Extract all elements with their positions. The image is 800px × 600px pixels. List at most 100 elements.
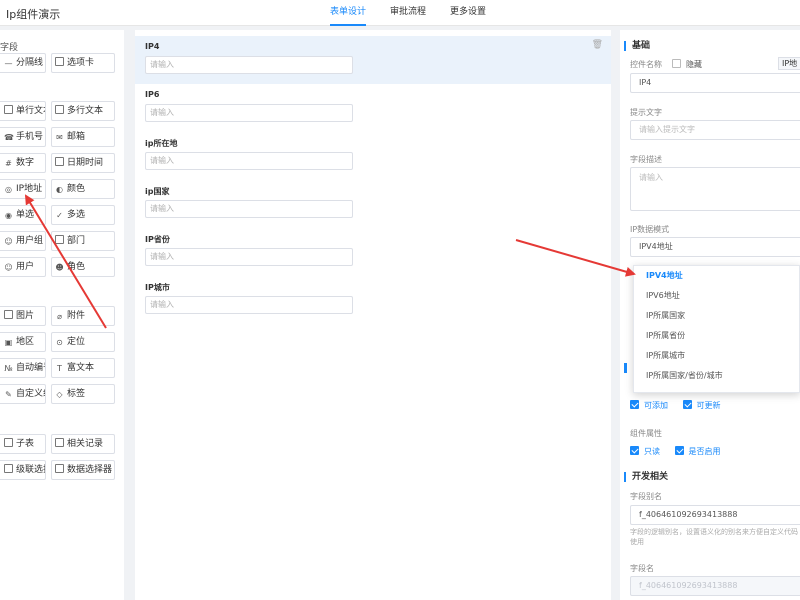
dropdown-option-ipv6[interactable]: IPV6地址 (634, 286, 799, 306)
field-input[interactable]: 请输入 (145, 56, 353, 74)
field-input[interactable]: 请输入 (145, 152, 353, 170)
palette-item-sub-table[interactable]: 子表 (0, 434, 46, 454)
palette-item-related-records[interactable]: 相关记录 (51, 434, 115, 454)
user-group-icon: ☺ (4, 237, 13, 246)
form-field-ip-country[interactable]: ip国家 请输入 (135, 180, 611, 228)
user-icon: ☺ (4, 263, 13, 272)
location-icon: ⊙ (56, 338, 63, 347)
multi-line-text-icon (55, 105, 64, 114)
section-title-dev: 开发相关 (624, 472, 668, 482)
hide-checkbox[interactable] (672, 59, 681, 68)
form-field-ip4[interactable]: IP4 请输入 🗑 (135, 36, 611, 84)
control-name-label: 控件名称 (630, 60, 662, 69)
permission-checkboxes: 可添加 可更新 (630, 400, 733, 411)
palette-item-image[interactable]: 图片 (0, 306, 46, 326)
tab-form-design[interactable]: 表单设计 (330, 0, 367, 26)
checkbox-enabled[interactable] (674, 446, 684, 455)
field-label: IP城市 (145, 283, 170, 292)
palette-item-data-selector[interactable]: 数据选择器 (51, 460, 115, 480)
palette-item-multi-line-text[interactable]: 多行文本 (51, 101, 115, 121)
palette-item-radio[interactable]: ◉ 单选 (0, 205, 46, 225)
role-icon: ☻ (55, 263, 64, 272)
component-palette: 字段 —分隔线 选项卡 单行文本 多行文本 ☎手机号 ✉邮箱 #数字 日期时间 … (0, 30, 124, 600)
form-field-ip-city[interactable]: IP城市 请输入 (135, 276, 611, 324)
field-input[interactable]: 请输入 (145, 248, 353, 266)
tag-icon: ◇ (56, 390, 63, 399)
palette-item-single-line-text[interactable]: 单行文本 (0, 101, 46, 121)
palette-item-checkbox[interactable]: ✓ 多选 (51, 205, 115, 225)
field-alias-help: 字段的逻辑别名，设置语义化的别名来方便自定义代码使用 (630, 528, 798, 546)
palette-item-custom-component[interactable]: ✎自定义组件 (0, 384, 46, 404)
phone-icon: ☎ (4, 133, 14, 142)
dropdown-option-country[interactable]: IP所属国家 (634, 306, 799, 326)
form-field-ip6[interactable]: IP6 请输入 (135, 84, 611, 132)
hint-input[interactable]: 请输入提示文字 (630, 120, 800, 140)
department-icon (55, 235, 64, 244)
tab-more-settings[interactable]: 更多设置 (450, 0, 486, 26)
section-marker (624, 363, 627, 373)
palette-item-color[interactable]: ◐ 颜色 (51, 179, 115, 199)
field-label: IP4 (145, 42, 160, 51)
perm-add-option[interactable]: 可添加 (630, 400, 668, 410)
field-name-input: f_406461092693413888 (630, 576, 800, 596)
field-name-label: 字段名 (630, 564, 654, 573)
palette-item-phone[interactable]: ☎ 手机号 (0, 127, 46, 147)
cascader-icon (4, 464, 13, 473)
checkbox-readonly[interactable] (630, 446, 639, 455)
dropdown-option-city[interactable]: IP所属城市 (634, 346, 799, 366)
attr-checkboxes: 只读 是否启用 (630, 446, 733, 457)
checkbox-add[interactable] (630, 400, 639, 409)
checkbox-icon: ✓ (56, 211, 63, 220)
palette-item-location[interactable]: ⊙ 定位 (51, 332, 115, 352)
description-textarea[interactable]: 请输入 (630, 167, 800, 211)
palette-item-tag[interactable]: ◇ 标签 (51, 384, 115, 404)
description-label: 字段描述 (630, 155, 662, 164)
field-input[interactable]: 请输入 (145, 104, 353, 122)
control-name-input[interactable]: IP4 (630, 73, 800, 93)
field-alias-input[interactable]: f_406461092693413888 (630, 505, 800, 525)
palette-item-rich-text[interactable]: T 富文本 (51, 358, 115, 378)
palette-item-auto-number[interactable]: №自动编号 (0, 358, 46, 378)
number-icon: # (5, 159, 12, 168)
ip-mode-dropdown: IPV4地址 IPV6地址 IP所属国家 IP所属省份 IP所属城市 IP所属国… (633, 265, 800, 393)
tab-approval-flow[interactable]: 审批流程 (390, 0, 426, 26)
ip-icon: ◎ (5, 185, 12, 194)
palette-item-datetime[interactable]: 日期时间 (51, 153, 115, 173)
ip-mode-select[interactable]: IPV4地址 (630, 237, 800, 257)
dropdown-option-ipv4[interactable]: IPV4地址 (634, 266, 799, 286)
palette-item-region[interactable]: ▣ 地区 (0, 332, 46, 352)
hide-toggle[interactable]: 隐藏 (672, 59, 702, 70)
field-input[interactable]: 请输入 (145, 296, 353, 314)
rich-text-icon: T (57, 364, 62, 373)
dropdown-option-country-province-city[interactable]: IP所属国家/省份/城市 (634, 366, 799, 386)
dropdown-option-province[interactable]: IP所属省份 (634, 326, 799, 346)
palette-item-user[interactable]: ☺ 用户 (0, 257, 46, 277)
palette-item-cascader[interactable]: 级联选择器 (0, 460, 46, 480)
checkbox-update[interactable] (682, 400, 692, 409)
form-field-ip-location[interactable]: ip所在地 请输入 (135, 132, 611, 180)
trash-icon[interactable]: 🗑 (592, 40, 603, 50)
attr-enabled-option[interactable]: 是否启用 (674, 446, 721, 456)
palette-item-tabs[interactable]: 选项卡 (51, 53, 115, 73)
attr-readonly-option[interactable]: 只读 (630, 446, 660, 456)
data-selector-icon (55, 464, 64, 473)
palette-item-divider[interactable]: — 分隔线 (0, 53, 46, 73)
field-input[interactable]: 请输入 (145, 200, 353, 218)
custom-component-icon: ✎ (5, 390, 12, 399)
palette-item-ip-address[interactable]: ◎ IP地址 (0, 179, 46, 199)
single-line-text-icon (4, 105, 13, 114)
palette-item-email[interactable]: ✉ 邮箱 (51, 127, 115, 147)
mail-icon: ✉ (56, 133, 63, 142)
field-label: IP省份 (145, 235, 170, 244)
field-label: ip所在地 (145, 139, 178, 148)
palette-item-role[interactable]: ☻ 角色 (51, 257, 115, 277)
palette-item-attachment[interactable]: ⌀ 附件 (51, 306, 115, 326)
palette-item-number[interactable]: # 数字 (0, 153, 46, 173)
divider-icon: — (4, 59, 13, 68)
palette-item-department[interactable]: 部门 (51, 231, 115, 251)
form-field-ip-province[interactable]: IP省份 请输入 (135, 228, 611, 276)
field-label: ip国家 (145, 187, 170, 196)
form-canvas: IP4 请输入 🗑 IP6 请输入 ip所在地 请输入 ip国家 请输入 IP省… (135, 30, 611, 600)
perm-update-option[interactable]: 可更新 (682, 400, 721, 410)
palette-item-user-group[interactable]: ☺ 用户组 (0, 231, 46, 251)
